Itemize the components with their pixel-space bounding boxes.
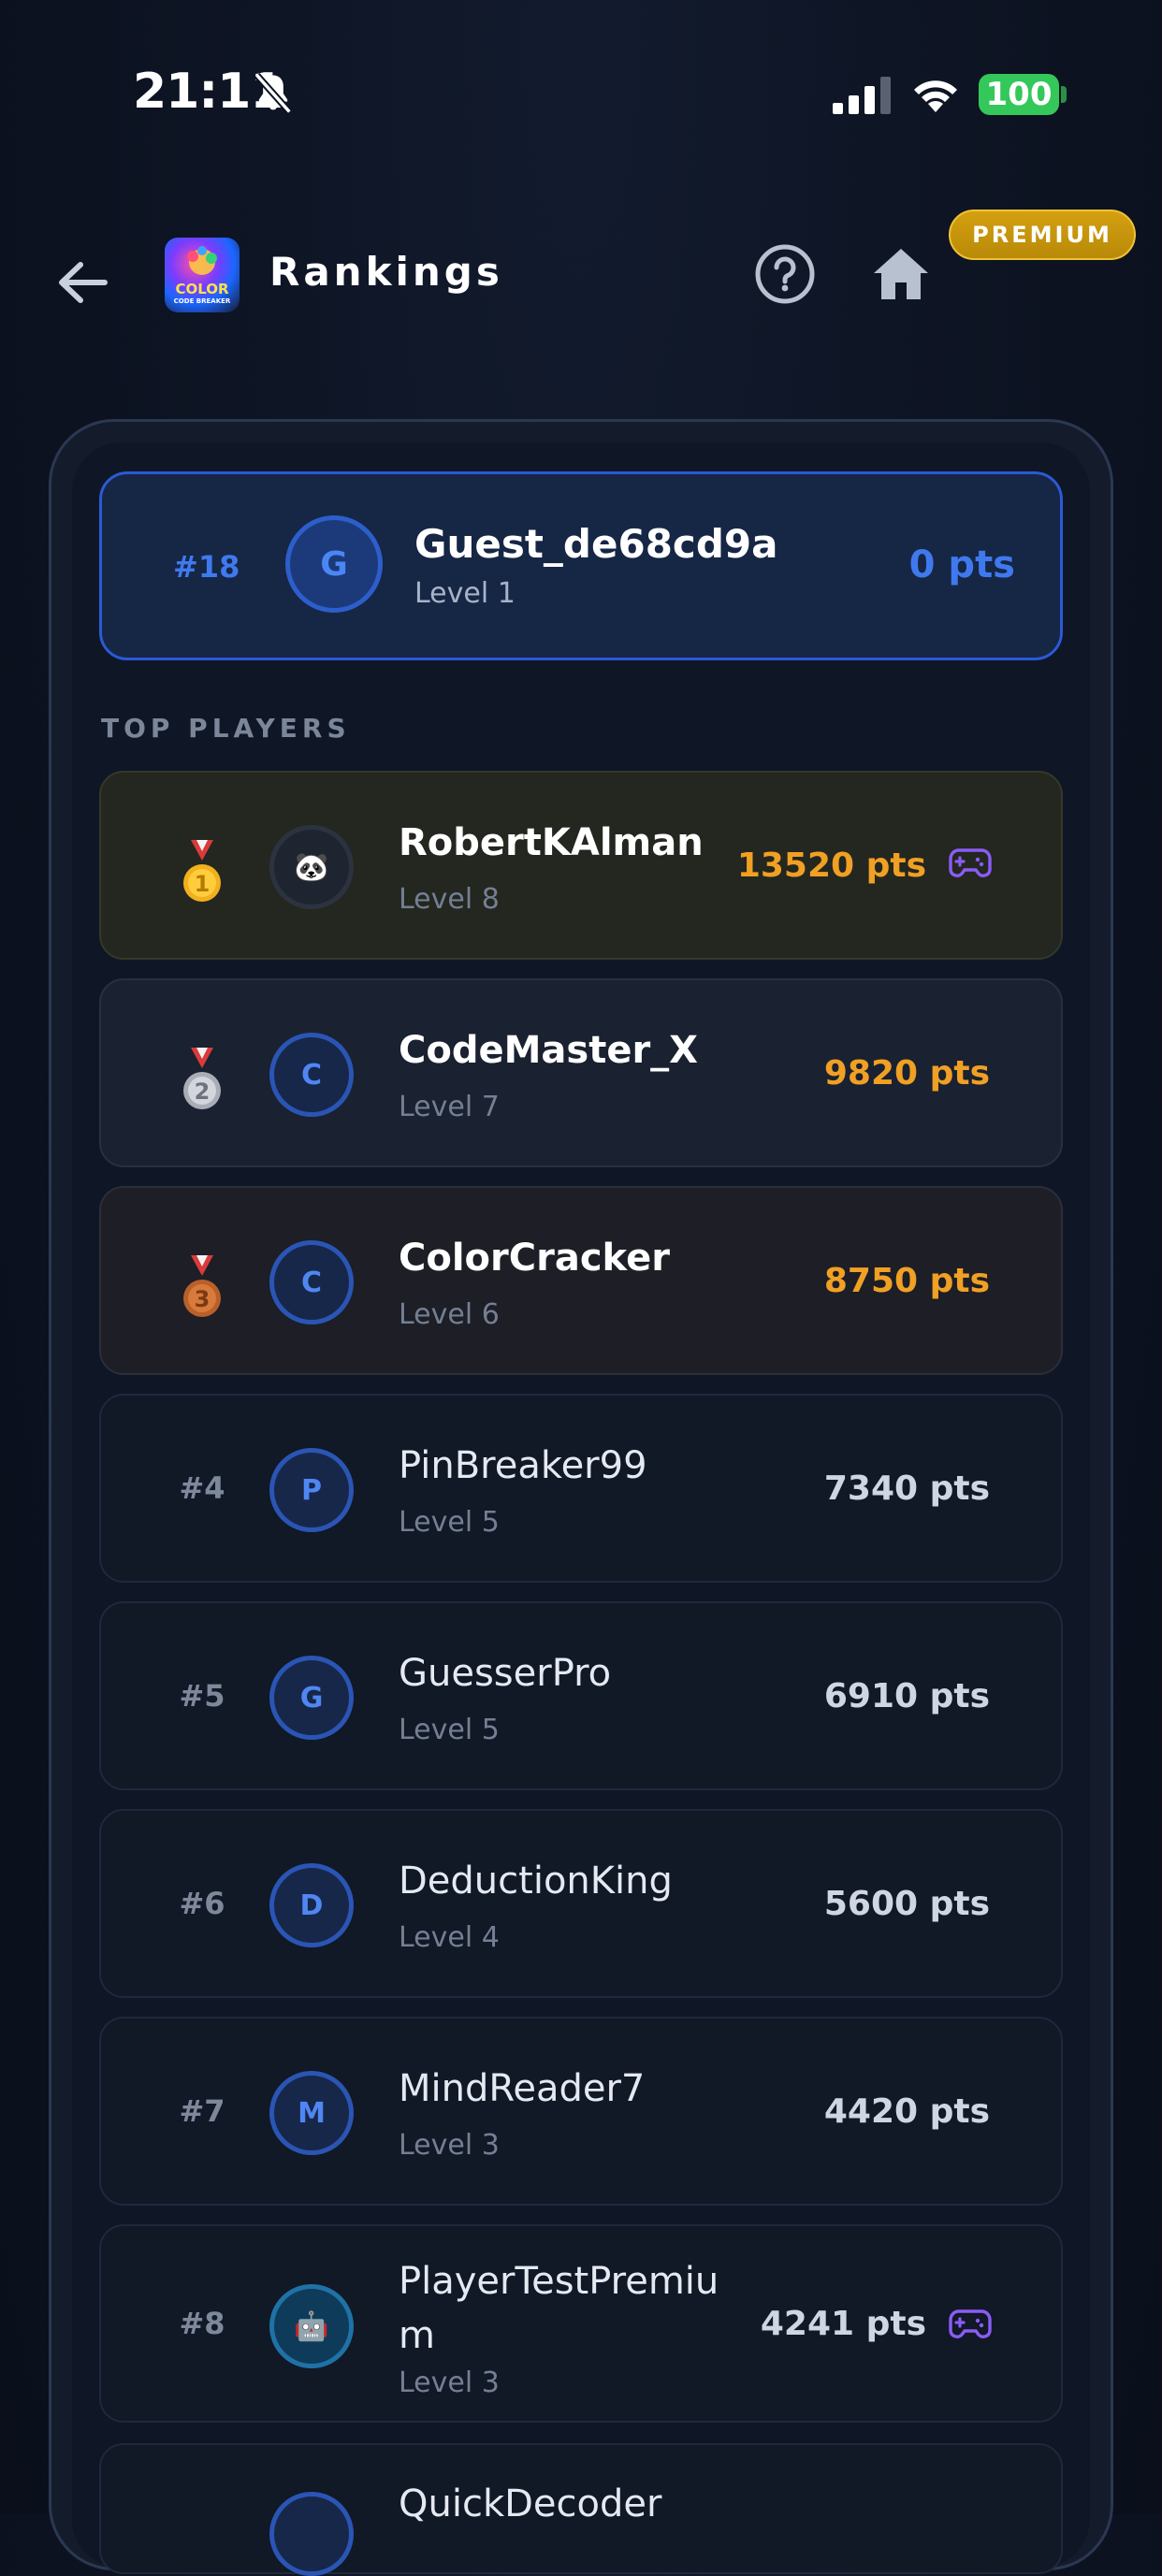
svg-text:2: 2 bbox=[195, 1078, 211, 1105]
home-icon bbox=[874, 249, 928, 299]
my-points: 0 pts bbox=[908, 543, 1015, 586]
battery-tip bbox=[1061, 86, 1067, 103]
list-item[interactable]: #7 M MindReader7 Level 3 4420 pts bbox=[99, 2017, 1063, 2206]
list-item[interactable]: #4 P PinBreaker99 Level 5 7340 pts bbox=[99, 1394, 1063, 1583]
player-avatar bbox=[269, 2492, 354, 2576]
premium-badge[interactable]: PREMIUM bbox=[949, 210, 1136, 260]
player-name: QuickDecoder bbox=[399, 2482, 662, 2525]
list-item[interactable]: 1 🐼 RobertKAlman Level 8 13520 pts bbox=[99, 771, 1063, 960]
player-name: ColorCracker bbox=[399, 1237, 670, 1280]
player-avatar: C bbox=[269, 1240, 354, 1324]
player-name: MindReader7 bbox=[399, 2067, 646, 2110]
player-rank: #5 bbox=[179, 1678, 225, 1714]
player-level: Level 8 bbox=[399, 883, 500, 916]
page-title: Rankings bbox=[269, 249, 503, 295]
my-rank-number: #18 bbox=[173, 549, 240, 585]
svg-text:3: 3 bbox=[195, 1286, 211, 1312]
home-button[interactable] bbox=[870, 243, 932, 305]
player-rank: #4 bbox=[179, 1470, 225, 1506]
back-button[interactable] bbox=[52, 253, 112, 312]
player-points: 7340 pts bbox=[823, 1469, 990, 1508]
player-avatar-robot: 🤖 bbox=[269, 2284, 354, 2368]
player-points: 13520 pts bbox=[736, 846, 926, 885]
player-name: CodeMaster_X bbox=[399, 1029, 699, 1072]
player-points: 9820 pts bbox=[823, 1053, 990, 1093]
wifi-icon bbox=[914, 80, 957, 112]
player-name: PinBreaker99 bbox=[399, 1444, 647, 1487]
logo-text: COLOR bbox=[175, 281, 229, 297]
list-item[interactable]: 2 C CodeMaster_X Level 7 9820 pts bbox=[99, 978, 1063, 1167]
help-button[interactable] bbox=[754, 243, 816, 305]
player-points: 4420 pts bbox=[823, 2091, 990, 2131]
status-bar: 21:11 100 bbox=[0, 0, 1162, 187]
question-circle-icon bbox=[755, 244, 815, 304]
player-name: RobertKAlman bbox=[399, 821, 704, 864]
arrow-left-icon bbox=[59, 262, 108, 303]
player-level: Level 3 bbox=[399, 2366, 500, 2399]
list-item[interactable]: QuickDecoder bbox=[99, 2443, 1063, 2576]
list-item[interactable]: #5 G GuesserPro Level 5 6910 pts bbox=[99, 1601, 1063, 1790]
player-name: PlayerTestPremiu bbox=[399, 2260, 719, 2303]
list-item[interactable]: #8 🤖 PlayerTestPremiu m Level 3 4241 pts bbox=[99, 2224, 1063, 2423]
player-points: 8750 pts bbox=[823, 1261, 990, 1300]
my-rank-card: #18 G Guest_de68cd9a Level 1 0 pts bbox=[99, 471, 1063, 660]
player-points: 4241 pts bbox=[760, 2304, 926, 2343]
player-name: DeductionKing bbox=[399, 1860, 673, 1903]
gold-medal-icon: 1 bbox=[183, 840, 221, 902]
player-level: Level 5 bbox=[399, 1506, 500, 1539]
player-points: 5600 pts bbox=[823, 1884, 990, 1923]
player-level: Level 5 bbox=[399, 1714, 500, 1746]
cellular-signal-icon bbox=[833, 77, 891, 114]
my-avatar: G bbox=[285, 515, 383, 613]
player-points: 6910 pts bbox=[823, 1676, 990, 1715]
app-logo: COLOR CODE BREAKER bbox=[165, 238, 240, 312]
player-avatar: M bbox=[269, 2071, 354, 2155]
player-avatar: G bbox=[269, 1656, 354, 1740]
player-avatar: P bbox=[269, 1448, 354, 1532]
my-username: Guest_de68cd9a bbox=[414, 521, 778, 567]
gamepad-icon bbox=[949, 848, 992, 877]
list-item[interactable]: 3 C ColorCracker Level 6 8750 pts bbox=[99, 1186, 1063, 1375]
silver-medal-icon: 2 bbox=[183, 1048, 221, 1109]
player-rank: #7 bbox=[179, 2093, 225, 2129]
gamepad-icon bbox=[949, 2309, 992, 2338]
player-avatar-panda: 🐼 bbox=[269, 825, 354, 909]
player-rank: #6 bbox=[179, 1886, 225, 1921]
top-players-heading: TOP PLAYERS bbox=[101, 713, 351, 744]
player-level: Level 7 bbox=[399, 1091, 500, 1123]
player-avatar: C bbox=[269, 1033, 354, 1117]
my-level: Level 1 bbox=[414, 577, 516, 610]
player-level: Level 4 bbox=[399, 1921, 500, 1954]
logo-subtext: CODE BREAKER bbox=[173, 297, 231, 305]
player-level: Level 3 bbox=[399, 2129, 500, 2162]
battery-indicator: 100 bbox=[979, 74, 1059, 115]
list-item[interactable]: #6 D DeductionKing Level 4 5600 pts bbox=[99, 1809, 1063, 1998]
player-name-wrap: m bbox=[399, 2314, 435, 2357]
bronze-medal-icon: 3 bbox=[183, 1255, 221, 1317]
player-rank: #8 bbox=[179, 2306, 225, 2341]
app-header: COLOR CODE BREAKER Rankings PREMIUM bbox=[0, 206, 1162, 346]
player-level: Level 6 bbox=[399, 1298, 500, 1331]
svg-text:1: 1 bbox=[195, 871, 211, 897]
player-avatar: D bbox=[269, 1863, 354, 1947]
bell-muted-icon bbox=[254, 73, 293, 114]
player-name: GuesserPro bbox=[399, 1652, 612, 1695]
